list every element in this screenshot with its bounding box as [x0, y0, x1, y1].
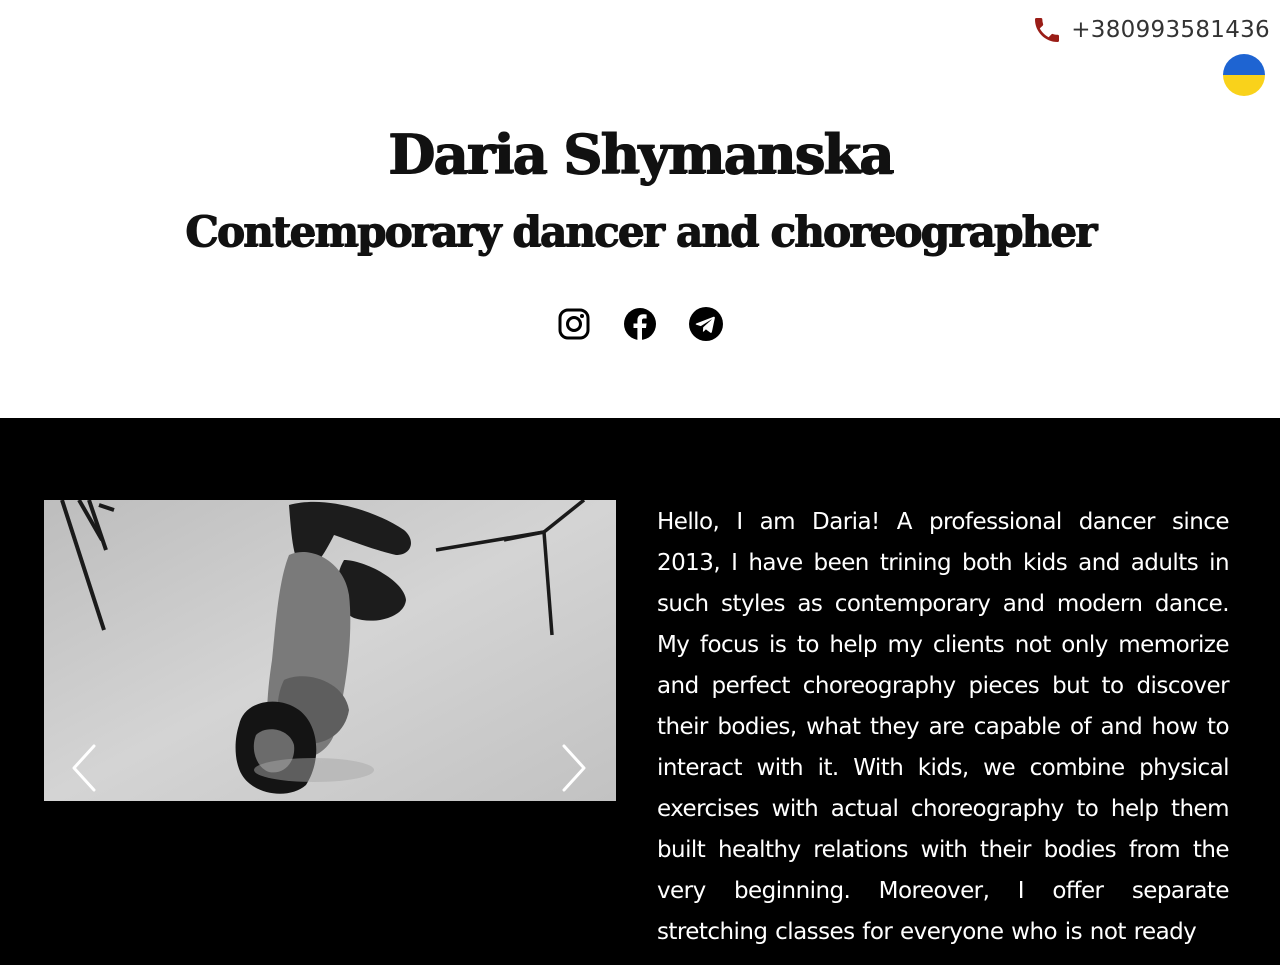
phone-number: +380993581436 [1071, 17, 1270, 43]
instagram-link[interactable] [556, 306, 592, 342]
flag-blue-stripe [1223, 54, 1265, 75]
facebook-icon [624, 308, 656, 340]
dancer-photo [44, 500, 616, 801]
facebook-link[interactable] [622, 306, 658, 342]
telegram-link[interactable] [688, 306, 724, 342]
instagram-icon [558, 308, 590, 340]
carousel-prev-button[interactable] [66, 740, 106, 800]
flag-yellow-stripe [1223, 75, 1265, 96]
social-links [0, 306, 1280, 342]
chevron-right-icon [562, 744, 586, 792]
ukraine-flag-icon[interactable] [1223, 54, 1265, 96]
about-section: Hello, I am Daria! A professional dancer… [0, 418, 1280, 965]
site-subtitle: Contemporary dancer and choreographer [184, 207, 1097, 256]
phone-icon [1035, 18, 1060, 42]
site-header: +380993581436 Daria Shymanska Contempora… [0, 0, 1280, 418]
phone-link[interactable]: +380993581436 [1031, 14, 1270, 46]
chevron-left-icon [72, 744, 96, 792]
telegram-icon [689, 307, 723, 341]
carousel-next-button[interactable] [552, 740, 592, 800]
site-title: Daria Shymanska [387, 122, 894, 186]
photo-carousel[interactable] [44, 500, 616, 801]
about-paragraph: Hello, I am Daria! A professional dancer… [657, 509, 1230, 945]
